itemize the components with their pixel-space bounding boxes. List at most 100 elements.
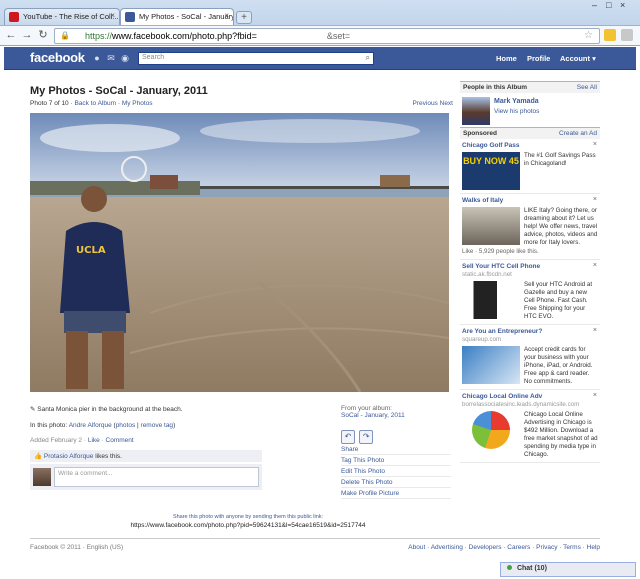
person-card: Mark Yamada View his photos — [460, 93, 600, 127]
friend-requests-icon[interactable]: ● — [92, 53, 102, 63]
album-link[interactable]: SoCal - January, 2011 — [341, 412, 405, 419]
photo-caption: ✎ Santa Monica pier in the background at… — [30, 406, 183, 413]
ad-image[interactable] — [462, 207, 520, 245]
tagged-person-link[interactable]: Andre Alforque — [69, 422, 112, 429]
right-sidebar: People in this Album See All Mark Yamada… — [460, 81, 600, 463]
see-all-link[interactable]: See All — [577, 84, 597, 91]
view-photos-link[interactable]: View his photos — [494, 108, 539, 115]
close-icon[interactable]: × — [593, 141, 597, 149]
facebook-header: facebook ● ✉ ◉ Search ⌕ Home Profile Acc… — [4, 47, 636, 70]
likes-summary: 👍 Protasio Alforque likes this. — [30, 450, 262, 462]
ad-image[interactable] — [472, 411, 510, 449]
new-tab-button[interactable]: + — [236, 11, 252, 24]
svg-text:UCLA: UCLA — [76, 245, 106, 256]
lock-icon: 🔒 — [60, 31, 70, 40]
photo-actions: Share Tag This Photo Edit This Photo Del… — [341, 444, 451, 499]
comment-link[interactable]: Comment — [106, 437, 134, 444]
tagged-photos-link[interactable]: photos — [116, 422, 136, 429]
messages-icon[interactable]: ✉ — [106, 53, 116, 63]
edit-photo-link[interactable]: Edit This Photo — [341, 466, 451, 477]
browser-toolbar: ← → ↻ 🔒 https://www.facebook.com/photo.p… — [0, 25, 640, 45]
maximize-icon[interactable]: □ — [606, 0, 611, 14]
remove-tag-link[interactable]: remove tag — [141, 422, 174, 429]
close-icon[interactable]: × — [224, 11, 229, 20]
search-icon[interactable]: ⌕ — [366, 53, 370, 63]
close-icon[interactable]: × — [593, 327, 597, 335]
next-link[interactable]: Next — [440, 100, 453, 107]
added-date: Added February 2 · Like · Comment — [30, 437, 134, 444]
footer: Facebook © 2011 · English (US) About · A… — [30, 538, 600, 551]
previous-link[interactable]: Previous — [413, 100, 438, 107]
online-status-icon — [507, 565, 512, 570]
bookmark-star-icon[interactable]: ☆ — [584, 30, 593, 41]
wrench-icon[interactable] — [621, 29, 633, 41]
sponsored-header: Sponsored Create an Ad — [460, 127, 600, 139]
extension-icon[interactable] — [604, 29, 616, 41]
thumbs-up-icon: 👍 — [34, 453, 43, 460]
tab-title: My Photos - SoCal - January... — [139, 12, 234, 21]
reload-icon[interactable]: ↻ — [36, 29, 50, 43]
back-arrow-icon[interactable]: ← — [4, 29, 18, 43]
tab-my-photos[interactable]: My Photos - SoCal - January... × — [120, 8, 234, 25]
delete-photo-link[interactable]: Delete This Photo — [341, 477, 451, 488]
page-title: My Photos - SoCal - January, 2011 — [30, 85, 208, 97]
create-ad-link[interactable]: Create an Ad — [559, 130, 597, 137]
from-album: From your album: SoCal - January, 2011 — [341, 405, 405, 419]
people-in-album-header: People in this Album See All — [460, 81, 600, 93]
close-icon[interactable]: × — [593, 392, 597, 400]
back-to-album-link[interactable]: Back to Album — [74, 100, 116, 107]
url-param: &set= — [326, 31, 351, 41]
my-photos-link[interactable]: My Photos — [122, 100, 153, 107]
nav-profile[interactable]: Profile — [527, 54, 550, 63]
search-input[interactable]: Search ⌕ — [138, 52, 374, 65]
forward-arrow-icon[interactable]: → — [20, 29, 34, 43]
ad-image[interactable] — [462, 281, 520, 319]
photo-index: Photo 7 of 10 — [30, 100, 69, 107]
public-share-link: Share this photo with anyone by sending … — [118, 514, 378, 529]
facebook-logo[interactable]: facebook — [30, 50, 85, 65]
nav-account[interactable]: Account ▾ — [560, 54, 596, 63]
liker-link[interactable]: Protasio Alforque — [44, 453, 94, 460]
footer-links[interactable]: About · Advertising · Developers · Caree… — [408, 544, 600, 551]
ad-image[interactable]: BUY NOW 45 — [462, 152, 520, 190]
avatar[interactable] — [462, 97, 490, 125]
share-link[interactable]: Share — [341, 444, 451, 455]
ad-like-count[interactable]: Like · 5,929 people like this. — [462, 248, 598, 256]
ad-item[interactable]: Chicago Golf Pass × BUY NOW 45 The #1 Go… — [460, 139, 600, 194]
comment-input[interactable]: Write a comment... — [54, 467, 259, 487]
share-url[interactable]: https://www.facebook.com/photo.php?pid=5… — [118, 522, 378, 529]
rotate-left-icon[interactable]: ↶ — [341, 430, 355, 444]
like-link[interactable]: Like — [88, 437, 100, 444]
close-icon[interactable]: × — [593, 262, 597, 270]
in-this-photo: In this photo: Andre Alforque (photos | … — [30, 422, 176, 429]
footer-copyright[interactable]: Facebook © 2011 · English (US) — [30, 544, 123, 551]
photo-breadcrumb: Photo 7 of 10 · Back to Album · My Photo… — [30, 100, 153, 107]
ad-item[interactable]: Sell Your HTC Cell Phone × static.ak.fbc… — [460, 260, 600, 325]
tab-youtube[interactable]: YouTube - The Rise of Coll... × — [4, 8, 120, 25]
ad-item[interactable]: Chicago Local Online Adv × borrelassocia… — [460, 390, 600, 463]
ad-item[interactable]: Walks of Italy × LIKE Italy? Going there… — [460, 194, 600, 260]
tab-title: YouTube - The Rise of Coll... — [23, 12, 119, 21]
ad-item[interactable]: Are You an Entrepreneur? × squareup.com … — [460, 325, 600, 390]
pencil-icon[interactable]: ✎ — [30, 406, 35, 413]
make-profile-picture-link[interactable]: Make Profile Picture — [341, 488, 451, 499]
main-photo[interactable]: UCLA — [30, 113, 449, 392]
facebook-favicon-icon — [125, 12, 135, 22]
ad-image[interactable] — [462, 346, 520, 384]
youtube-favicon-icon — [9, 12, 19, 22]
comment-composer: Write a comment... — [30, 464, 262, 490]
avatar — [33, 468, 51, 486]
close-icon[interactable]: × — [110, 11, 115, 20]
close-icon[interactable]: × — [593, 196, 597, 204]
search-placeholder: Search — [142, 54, 165, 61]
nav-home[interactable]: Home — [496, 54, 517, 63]
person-name-link[interactable]: Mark Yamada — [494, 98, 539, 105]
address-bar[interactable]: 🔒 https://www.facebook.com/photo.php?fbi… — [54, 28, 600, 44]
window-close-icon[interactable]: × — [620, 0, 625, 14]
minimize-icon[interactable]: – — [592, 0, 597, 14]
tag-photo-link[interactable]: Tag This Photo — [341, 455, 451, 466]
chat-bar[interactable]: Chat (10) — [500, 562, 636, 577]
rotate-right-icon[interactable]: ↷ — [359, 430, 374, 444]
tab-bar: YouTube - The Rise of Coll... × My Photo… — [0, 6, 640, 25]
notifications-icon[interactable]: ◉ — [120, 53, 130, 63]
